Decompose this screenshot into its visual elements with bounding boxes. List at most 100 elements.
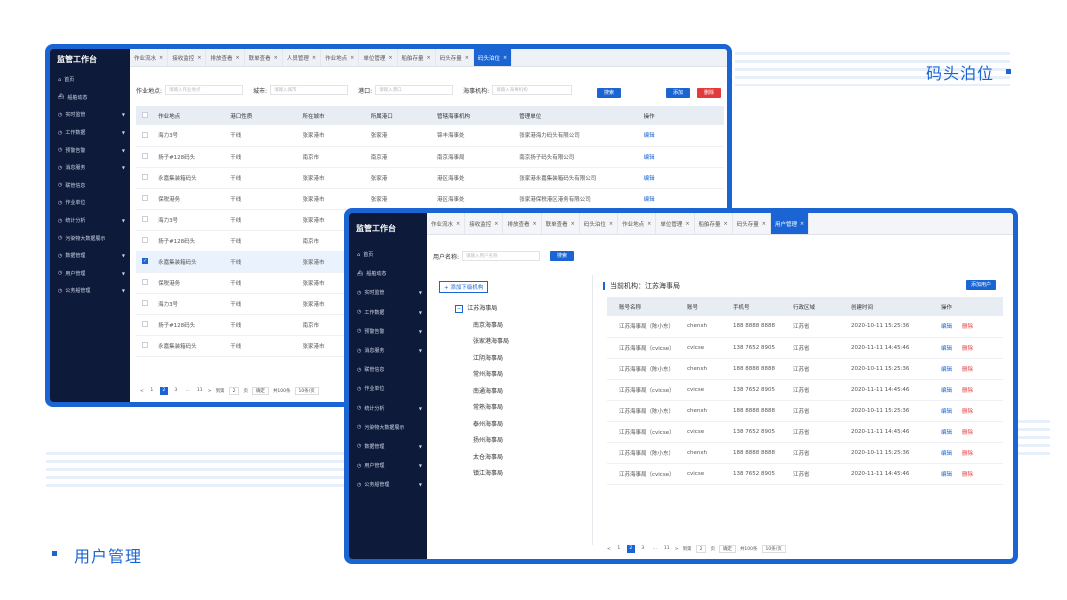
delete-link[interactable]: 删除 (962, 324, 973, 330)
sidebar-item[interactable]: ◷ 实时监管 ▼ (50, 106, 130, 124)
edit-link[interactable]: 编辑 (941, 324, 952, 330)
tab[interactable]: 排放查看 × (503, 213, 542, 234)
tree-node[interactable]: 张家港海事局 (473, 334, 509, 351)
edit-link[interactable]: 编辑 (941, 409, 952, 415)
close-icon[interactable]: × (609, 221, 613, 227)
close-icon[interactable]: × (685, 221, 689, 227)
tree-node[interactable]: 扬州海事局 (473, 433, 509, 450)
confirm-button[interactable]: 确定 (251, 387, 269, 395)
close-icon[interactable]: × (571, 221, 575, 227)
sidebar-item[interactable]: ⌂ 首页 (349, 245, 427, 264)
page-number[interactable]: 3 (172, 387, 180, 395)
tab[interactable]: 作业流水 × (427, 213, 466, 234)
row-checkbox[interactable] (142, 321, 148, 328)
search-button[interactable]: 搜索 (597, 88, 622, 98)
delete-link[interactable]: 删除 (962, 409, 973, 415)
sidebar-item[interactable]: ◷ 联管信息 (349, 360, 427, 379)
page-number[interactable]: 1 (615, 545, 623, 553)
page-size-select[interactable]: 10条/页 (761, 545, 786, 553)
page-number[interactable]: ... (184, 387, 192, 395)
page-number[interactable]: 2 (626, 545, 635, 553)
close-icon[interactable]: × (503, 55, 507, 61)
search-button[interactable]: 搜索 (550, 251, 575, 261)
tab[interactable]: 码头泊位 × (473, 49, 513, 66)
close-icon[interactable]: × (532, 221, 536, 227)
table-row[interactable]: 保税港务 干线 张家港市 张家港 港区海事处 张家港保税港区港务有限公司 编辑 (136, 188, 724, 210)
tab[interactable]: 联单查看 × (542, 213, 580, 234)
filter-input[interactable]: 请输入海事机构 (492, 85, 573, 95)
tab[interactable]: 码头泊位 × (580, 213, 619, 234)
page-number[interactable]: 1 (148, 387, 156, 395)
close-icon[interactable]: × (456, 221, 460, 227)
row-checkbox[interactable] (142, 279, 148, 286)
close-icon[interactable]: × (312, 55, 316, 61)
table-row[interactable]: 江苏海事局（cvicse） cvicse 138 7652 8905 江苏省 2020-… (607, 379, 1003, 401)
sidebar-item[interactable]: ◷ 预警告警 ▼ (50, 141, 130, 159)
delete-link[interactable]: 删除 (962, 430, 973, 436)
edit-link[interactable]: 编辑 (941, 451, 952, 457)
prev-page-icon[interactable]: < (607, 547, 611, 552)
row-checkbox[interactable] (142, 132, 148, 138)
sidebar-item[interactable]: ◷ 用户管理 ▼ (349, 456, 427, 475)
table-row[interactable]: 江苏海事局（cvicse） cvicse 138 7652 8905 江苏省 2020-… (607, 463, 1003, 485)
tree-node[interactable]: 镇江海事局 (473, 466, 509, 483)
table-row[interactable]: 海力3号 干线 张家港市 张家港 锦丰海事处 张家港海力码头有限公司 编辑 (136, 125, 724, 147)
page-number[interactable]: 11 (663, 545, 671, 553)
tree-node[interactable]: 太仓海事局 (473, 450, 509, 467)
confirm-button[interactable]: 确定 (718, 545, 736, 553)
table-row[interactable]: 江苏海事局（cvicse） cvicse 138 7652 8905 江苏省 2020-… (607, 337, 1003, 359)
collapse-icon[interactable]: − (455, 305, 464, 313)
add-sub-org-button[interactable]: + 添加下级机构 (439, 281, 489, 293)
sidebar-item[interactable]: ◷ 污染物大数据展示 (50, 229, 130, 247)
sidebar-item[interactable]: ◷ 用户管理 ▼ (50, 265, 130, 283)
row-checkbox[interactable] (142, 153, 148, 160)
close-icon[interactable]: × (465, 55, 469, 61)
close-icon[interactable]: × (350, 55, 354, 61)
close-icon[interactable]: × (159, 55, 163, 61)
sidebar-item[interactable]: ◷ 联管信息 (50, 177, 130, 195)
sidebar-item[interactable]: ◷ 消息服务 ▼ (349, 341, 427, 360)
table-row[interactable]: 江苏海事局（陈小东） chenxh 188 8888 8888 江苏省 2020-10-… (607, 358, 1003, 380)
tree-node[interactable]: 泰州海事局 (473, 417, 509, 434)
delete-link[interactable]: 删除 (962, 346, 973, 352)
row-checkbox[interactable] (142, 174, 148, 181)
tree-node[interactable]: 常州海事局 (473, 367, 509, 384)
sidebar-item[interactable]: ◷ 实时监管 ▼ (349, 283, 427, 302)
page-number[interactable]: ... (651, 545, 659, 553)
close-icon[interactable]: × (274, 55, 278, 61)
delete-link[interactable]: 删除 (962, 451, 973, 457)
tab[interactable]: 用户管理 × (770, 213, 810, 234)
tab[interactable]: 接收监控 × (465, 213, 504, 234)
page-input[interactable]: 2 (228, 387, 240, 395)
sidebar-item[interactable]: ◷ 消息服务 ▼ (50, 159, 130, 177)
tab[interactable]: 船舶存量 × (695, 213, 733, 234)
page-number[interactable]: 2 (159, 387, 168, 395)
sidebar-item[interactable]: ◷ 污染物大数据展示 (349, 418, 427, 437)
tree-node[interactable]: 常熟海事局 (473, 400, 509, 417)
sidebar-item[interactable]: ◷ 数据管理 ▼ (50, 247, 130, 265)
filter-input[interactable]: 请输入城市 (270, 85, 349, 95)
sidebar-item[interactable]: ◷ 公务船管理 ▼ (50, 282, 130, 300)
close-icon[interactable]: × (197, 55, 201, 61)
add-button[interactable]: 添加 (666, 88, 691, 98)
table-row[interactable]: 江苏海事局（陈小东） chenxh 188 8888 8888 江苏省 2020-10-… (607, 400, 1003, 422)
delete-link[interactable]: 删除 (962, 367, 973, 373)
edit-link[interactable]: 编辑 (941, 346, 952, 352)
tree-root[interactable]: − 江苏海事局 (455, 301, 509, 318)
table-row[interactable]: 江苏海事局（cvicse） cvicse 138 7652 8905 江苏省 2020-… (607, 421, 1003, 443)
tab[interactable]: 排放查看 × (206, 49, 245, 66)
page-size-select[interactable]: 10条/页 (294, 387, 319, 395)
tab[interactable]: 作业地点 × (321, 49, 360, 66)
tab[interactable]: 作业流水 × (130, 49, 169, 66)
tab[interactable]: 码头存量 × (733, 213, 771, 234)
tab[interactable]: 作业地点 × (618, 213, 657, 234)
edit-link[interactable]: 编辑 (941, 388, 952, 394)
close-icon[interactable]: × (647, 221, 651, 227)
table-row[interactable]: 江苏海事局（陈小东） chenxh 188 8888 8888 江苏省 2020-10-… (607, 316, 1003, 338)
row-checkbox[interactable] (142, 237, 148, 244)
page-number[interactable]: 3 (639, 545, 647, 553)
close-icon[interactable]: × (724, 221, 728, 227)
username-input[interactable]: 请输入用户名称 (462, 251, 541, 261)
close-icon[interactable]: × (762, 221, 766, 227)
edit-link[interactable]: 编辑 (643, 125, 724, 147)
